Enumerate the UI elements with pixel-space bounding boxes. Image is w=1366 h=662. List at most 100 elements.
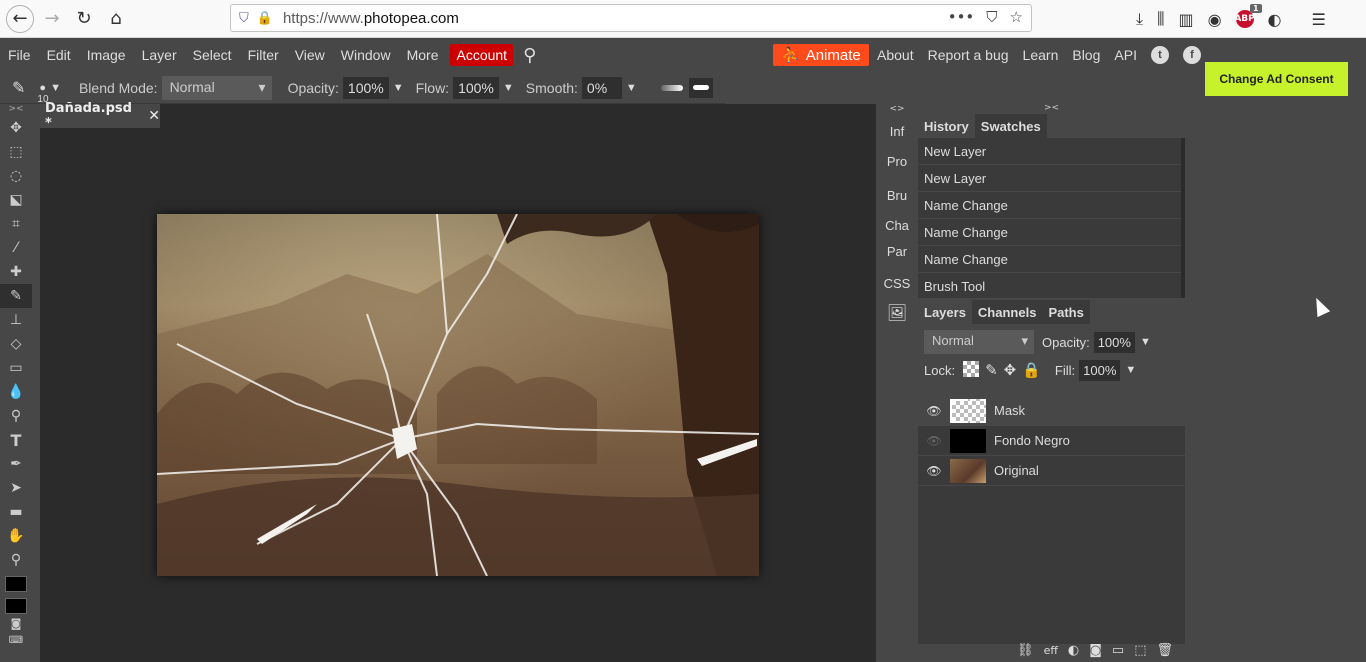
lock-position-icon[interactable]: ✥ <box>1004 361 1017 379</box>
new-group-icon[interactable]: ▭ <box>1112 643 1124 658</box>
menu-layer[interactable]: Layer <box>134 47 185 63</box>
shape-tool-icon[interactable]: ▬ <box>0 500 32 524</box>
menu-file[interactable]: File <box>0 47 39 63</box>
new-layer-icon[interactable]: ⬚ <box>1134 643 1146 658</box>
lock-transparency-icon[interactable] <box>963 361 980 377</box>
history-item[interactable]: New Layer <box>918 165 1181 192</box>
add-mask-icon[interactable]: ◙ <box>1089 643 1102 658</box>
report-bug-link[interactable]: Report a bug <box>928 47 1009 63</box>
menu-image[interactable]: Image <box>79 47 134 63</box>
blend-mode-select[interactable]: Normal <box>161 75 272 100</box>
menu-view[interactable]: View <box>287 47 333 63</box>
pressure-opacity-icon[interactable] <box>660 84 683 91</box>
lock-all-icon[interactable]: 🔒 <box>1022 361 1041 379</box>
account-button[interactable]: Account <box>450 44 514 66</box>
menu-window[interactable]: Window <box>333 47 399 63</box>
layer-row[interactable]: 👁 Original <box>918 456 1185 486</box>
dodge-tool-icon[interactable]: ⚲ <box>0 404 32 428</box>
brush-tool-icon[interactable]: ✎ <box>12 78 25 98</box>
change-ad-consent-button[interactable]: Change Ad Consent <box>1205 62 1348 96</box>
close-icon[interactable]: ✕ <box>148 108 160 124</box>
gradient-tool-icon[interactable]: ▭ <box>0 356 32 380</box>
fill-input[interactable]: 100% <box>1079 359 1121 381</box>
image-panel-icon[interactable]: 🖼 <box>878 298 916 328</box>
layer-effects-button[interactable]: eff <box>1044 644 1058 657</box>
pressure-size-icon[interactable] <box>688 77 713 98</box>
smooth-input[interactable]: 0% <box>581 76 622 99</box>
layer-opacity-dropdown-icon[interactable]: ▼ <box>1140 336 1151 348</box>
move-tool-icon[interactable]: ✥ <box>0 116 32 140</box>
marquee-tool-icon[interactable]: ⬚ <box>0 140 32 164</box>
eraser-tool-icon[interactable]: ◇ <box>0 332 32 356</box>
home-icon[interactable]: ⌂ <box>102 5 130 33</box>
pen-tool-icon[interactable]: ✒ <box>0 452 32 476</box>
brush-size-picker[interactable]: ● 10 <box>37 82 48 105</box>
adjustment-layer-icon[interactable]: ◐ <box>1068 643 1079 658</box>
learn-link[interactable]: Learn <box>1023 47 1059 63</box>
layer-row[interactable]: 👁 Fondo Negro <box>918 426 1185 456</box>
eye-icon[interactable]: 👁 <box>918 464 950 478</box>
eye-icon[interactable]: 👁 <box>918 404 950 418</box>
library-icon[interactable]: ⫼ <box>1157 9 1164 29</box>
path-select-tool-icon[interactable]: ➤ <box>0 476 32 500</box>
tab-history[interactable]: History <box>918 114 975 138</box>
lock-paint-icon[interactable]: ✎ <box>985 361 998 379</box>
properties-panel-button[interactable]: Pro <box>878 146 916 176</box>
blur-tool-icon[interactable]: 💧 <box>0 380 32 404</box>
screen-mode-icon[interactable]: ⌨ <box>0 632 32 648</box>
flow-dropdown-icon[interactable]: ▼ <box>503 82 514 94</box>
brush-panel-button[interactable]: Bru <box>878 180 916 210</box>
tab-paths[interactable]: Paths <box>1042 300 1090 324</box>
css-panel-button[interactable]: CSS <box>878 268 916 298</box>
hand-tool-icon[interactable]: ✋ <box>0 524 32 548</box>
clone-stamp-tool-icon[interactable]: ⊥ <box>0 308 32 332</box>
background-color-swatch[interactable] <box>5 598 27 614</box>
account-icon[interactable]: ◉ <box>1208 10 1222 29</box>
paragraph-panel-button[interactable]: Par <box>878 236 916 266</box>
image-canvas[interactable] <box>157 214 759 576</box>
history-item[interactable]: Name Change <box>918 219 1181 246</box>
crop-tool-icon[interactable]: ⌗ <box>0 212 32 236</box>
download-icon[interactable]: ⤓ <box>1136 9 1143 29</box>
blog-link[interactable]: Blog <box>1072 47 1100 63</box>
extension-icon[interactable]: ◐ <box>1268 10 1282 29</box>
layer-blend-select[interactable]: Normal <box>924 330 1034 354</box>
animate-button[interactable]: ⛹ Animate <box>773 44 869 66</box>
menu-filter[interactable]: Filter <box>240 47 287 63</box>
expand-panels-icon[interactable]: <> <box>878 104 916 116</box>
menu-edit[interactable]: Edit <box>39 47 79 63</box>
tab-channels[interactable]: Channels <box>971 300 1043 324</box>
fill-dropdown-icon[interactable]: ▼ <box>1125 364 1136 376</box>
menu-select[interactable]: Select <box>185 47 240 63</box>
link-layers-icon[interactable]: ⛓ <box>1017 643 1034 658</box>
info-panel-button[interactable]: Inf <box>878 116 916 146</box>
brush-size-dropdown-icon[interactable]: ▼ <box>50 82 61 94</box>
bookmark-star-icon[interactable]: ☆ <box>1010 8 1023 26</box>
document-tab[interactable]: Dañada.psd * ✕ <box>40 101 160 131</box>
about-link[interactable]: About <box>877 47 914 63</box>
page-actions-icon[interactable]: ••• <box>948 8 975 26</box>
sidebar-icon[interactable]: ▥ <box>1178 10 1193 29</box>
back-icon[interactable]: ← <box>6 4 34 33</box>
eye-icon[interactable]: 👁 <box>918 434 950 448</box>
layer-row[interactable]: 👁 Mask <box>918 396 1185 426</box>
collapse-right-panel-icon[interactable]: >< <box>918 104 1185 114</box>
zoom-tool-icon[interactable]: ⚲ <box>0 548 32 572</box>
smooth-dropdown-icon[interactable]: ▼ <box>626 82 637 94</box>
foreground-color-swatch[interactable] <box>5 576 27 592</box>
brush-tool-sidebar-icon[interactable]: ✎ <box>0 284 32 308</box>
delete-layer-icon[interactable]: 🗑 <box>1156 643 1173 658</box>
api-link[interactable]: API <box>1114 47 1137 63</box>
hamburger-menu-icon[interactable]: ☰ <box>1312 10 1326 29</box>
type-tool-icon[interactable]: T <box>0 428 32 452</box>
forward-icon[interactable]: → <box>38 5 66 33</box>
quick-select-tool-icon[interactable]: ⬕ <box>0 188 32 212</box>
menu-more[interactable]: More <box>399 47 447 63</box>
tab-swatches[interactable]: Swatches <box>974 114 1047 138</box>
history-item[interactable]: Name Change <box>918 192 1181 219</box>
adblock-icon[interactable]: ABP 1 <box>1234 4 1262 28</box>
history-item[interactable]: Brush Tool <box>918 273 1181 300</box>
flow-input[interactable]: 100% <box>453 76 499 99</box>
layer-opacity-input[interactable]: 100% <box>1093 331 1135 353</box>
search-icon[interactable]: ⚲ <box>523 45 536 66</box>
